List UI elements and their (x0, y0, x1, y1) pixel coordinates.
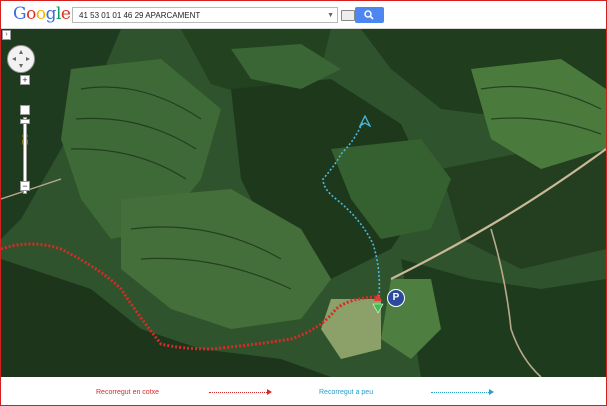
walk-route-label: Recorregut a peu (319, 389, 374, 396)
top-bar: Google 41 53 01 01 46 29 APARCAMENT ▼ (1, 1, 606, 29)
arrow-right-icon (267, 389, 272, 395)
keyboard-icon[interactable] (341, 10, 355, 21)
search-input-value: 41 53 01 01 46 29 APARCAMENT (79, 11, 201, 20)
collapse-panel-button[interactable]: › (2, 30, 11, 40)
search-icon (364, 10, 374, 20)
satellite-map[interactable]: P (1, 29, 606, 377)
zoom-plus-small-button[interactable] (20, 105, 30, 115)
logo-letter: o (26, 4, 36, 24)
pan-arrows-icon (12, 50, 30, 68)
logo-letter: e (60, 4, 71, 24)
zoom-slider-handle[interactable] (20, 119, 30, 124)
route-legend: Recorregut en cotxe Recorregut a peu (1, 377, 606, 405)
zoom-in-button[interactable]: + (20, 75, 30, 85)
chevron-down-icon[interactable]: ▼ (327, 8, 334, 24)
arrow-right-icon (489, 389, 494, 395)
search-input[interactable]: 41 53 01 01 46 29 APARCAMENT ▼ (72, 7, 338, 23)
zoom-out-button[interactable]: − (20, 181, 30, 191)
logo-letter: o (35, 4, 46, 24)
start-triangle-icon[interactable] (373, 292, 383, 302)
destination-marker-icon[interactable] (359, 115, 371, 127)
logo-letter: g (45, 4, 57, 24)
map-frame: Google 41 53 01 01 46 29 APARCAMENT ▼ P … (0, 0, 607, 406)
search-button[interactable] (355, 7, 384, 23)
car-route-label: Recorregut en cotxe (96, 389, 160, 396)
car-route-legend-line (209, 392, 269, 393)
green-pin-icon[interactable] (372, 302, 384, 314)
google-logo[interactable]: Google (13, 4, 71, 24)
terrain-image (1, 29, 606, 377)
pan-control[interactable] (7, 45, 35, 73)
parking-icon[interactable]: P (387, 289, 405, 307)
logo-letter: G (13, 4, 27, 24)
walk-route-legend-line (431, 392, 491, 393)
